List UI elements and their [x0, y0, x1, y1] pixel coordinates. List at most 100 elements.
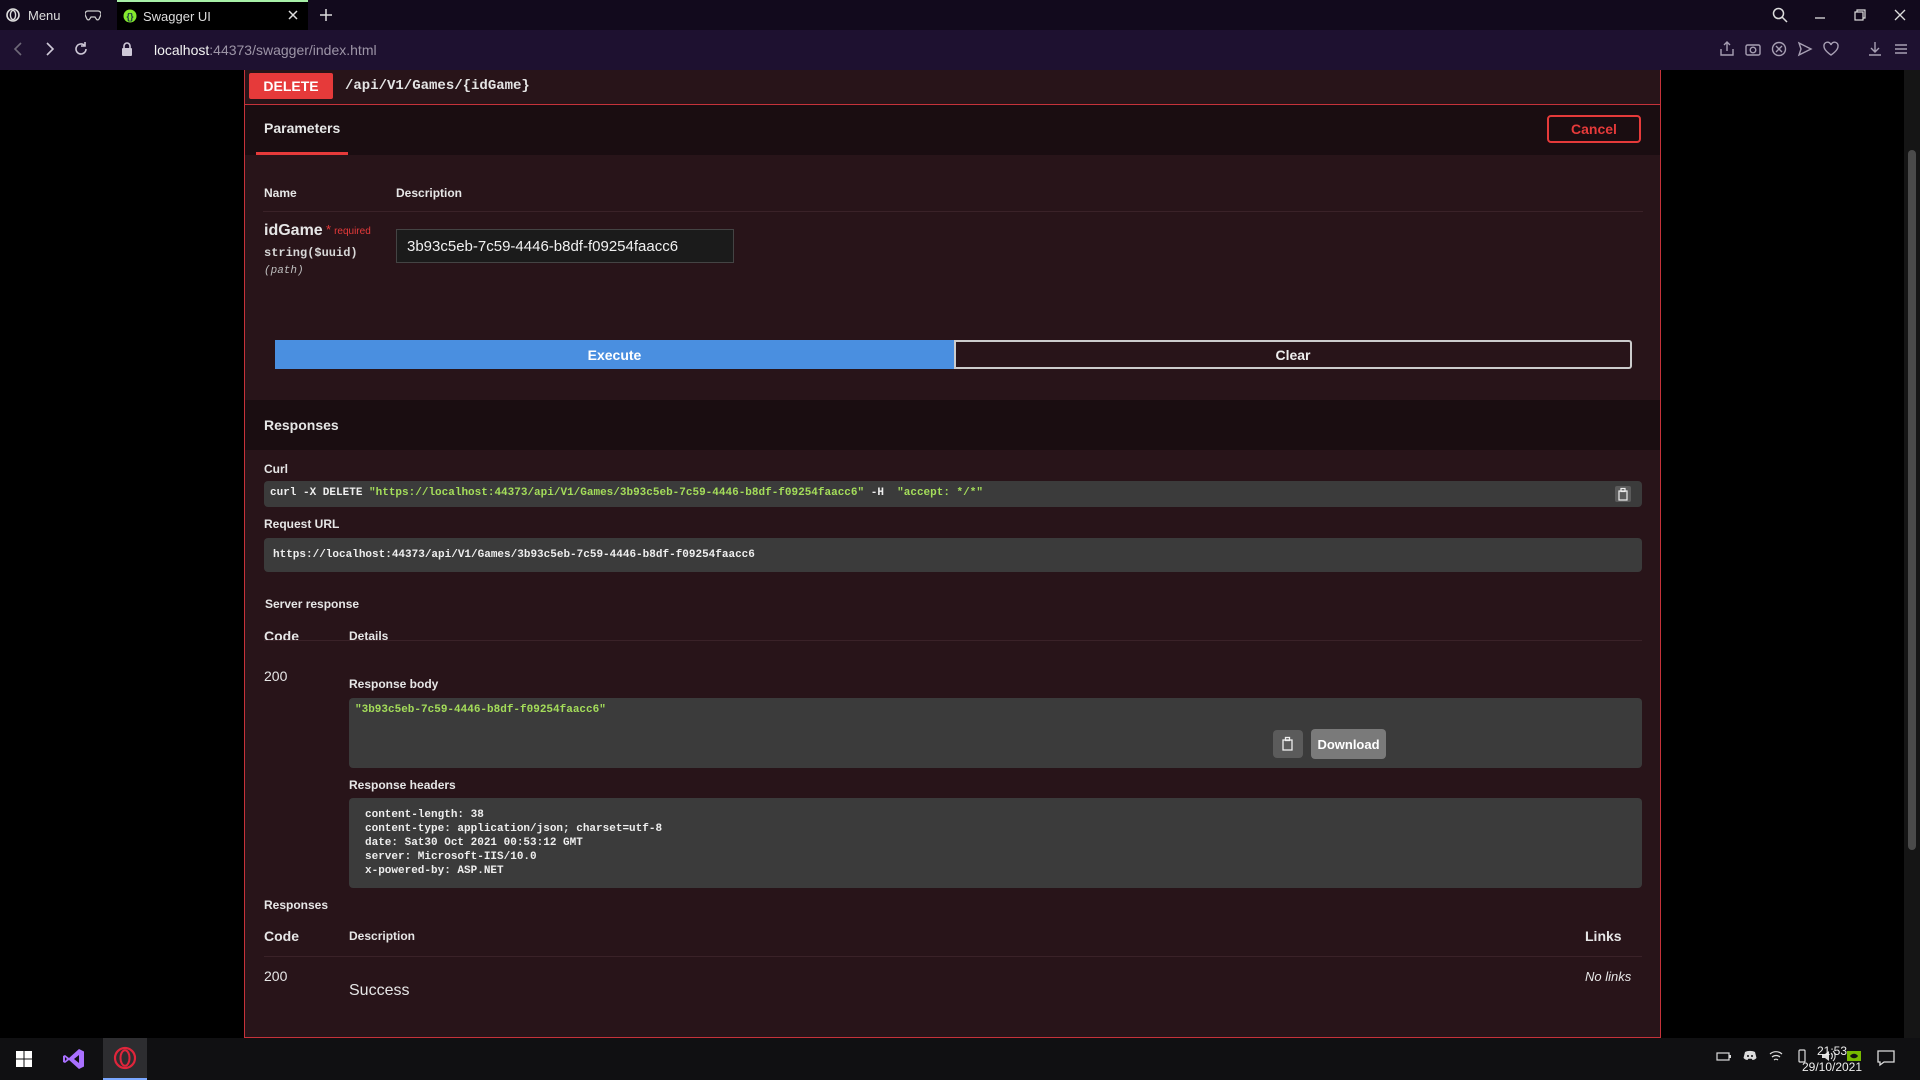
doc-response-links: No links — [1585, 969, 1632, 984]
heart-icon[interactable] — [1822, 40, 1840, 58]
reload-icon[interactable] — [72, 40, 90, 58]
divider — [263, 211, 1643, 212]
tab-swagger-ui[interactable]: {} Swagger UI — [117, 0, 308, 30]
gx-corner-button[interactable] — [80, 0, 106, 30]
operation-block-delete: DELETE /api/V1/Games/{idGame} Parameters… — [244, 70, 1661, 1038]
restore-icon[interactable] — [1840, 8, 1880, 22]
opera-gx-taskbar-icon[interactable] — [103, 1038, 147, 1080]
clock-time: 21:53 — [1816, 1044, 1848, 1058]
param-type: string($uuid) — [264, 246, 358, 260]
menu-icon[interactable] — [1892, 40, 1910, 58]
curl-command[interactable]: curl -X DELETE "https://localhost:44373/… — [264, 481, 1642, 507]
vertical-scrollbar[interactable] — [1904, 70, 1920, 1038]
windows-start-icon[interactable] — [0, 1038, 48, 1080]
header-line: server: Microsoft-IIS/10.0 — [365, 851, 537, 863]
param-location: (path) — [264, 265, 304, 277]
menu-label: Menu — [28, 7, 61, 23]
header-line: content-type: application/json; charset=… — [365, 823, 663, 835]
windows-taskbar: 21:53 29/10/2021 — [0, 1038, 1920, 1080]
forward-icon[interactable] — [40, 40, 58, 58]
doc-col-code: Code — [264, 928, 299, 944]
battery-icon[interactable] — [1716, 1048, 1732, 1064]
discord-icon[interactable] — [1742, 1048, 1758, 1064]
new-tab-button[interactable] — [316, 0, 336, 30]
doc-responses-label: Responses — [264, 898, 329, 912]
download-button[interactable]: Download — [1311, 729, 1386, 759]
id-game-input[interactable] — [396, 229, 734, 263]
clock-date: 29/10/2021 — [1801, 1060, 1863, 1074]
divider — [264, 956, 1642, 957]
response-body-label: Response body — [349, 677, 439, 691]
window-controls — [1760, 0, 1920, 30]
url-rest: :44373/swagger/index.html — [209, 42, 377, 58]
tab-title: Swagger UI — [143, 8, 211, 24]
divider — [264, 640, 1642, 641]
param-name: idGame — [264, 222, 323, 239]
opera-menu-button[interactable]: Menu — [6, 0, 86, 30]
header-line: x-powered-by: ASP.NET — [365, 865, 504, 877]
responses-header: Responses — [245, 400, 1660, 450]
doc-col-links: Links — [1585, 928, 1622, 944]
server-response-label: Server response — [265, 597, 360, 611]
operation-summary[interactable]: DELETE /api/V1/Games/{idGame} — [245, 70, 1660, 105]
header-line: date: Sat30 Oct 2021 00:53:12 GMT — [365, 837, 583, 849]
request-url[interactable]: https://localhost:44373/api/V1/Games/3b9… — [264, 538, 1642, 572]
svg-text:{}: {} — [126, 12, 134, 22]
url-host: localhost — [154, 42, 210, 58]
clear-button[interactable]: Clear — [954, 340, 1632, 369]
required-star: * — [326, 222, 332, 237]
operation-path: /api/V1/Games/{idGame} — [345, 78, 530, 94]
server-response-code: 200 — [264, 668, 288, 684]
visual-studio-icon[interactable] — [52, 1038, 96, 1080]
share-icon[interactable] — [1718, 40, 1736, 58]
camera-icon[interactable] — [1744, 40, 1762, 58]
address-bar-actions — [1718, 40, 1910, 58]
response-body[interactable]: "3b93c5eb-7c59-4446-b8df-f09254faacc6" — [349, 698, 1642, 768]
opera-icon — [6, 8, 20, 22]
curl-header: "accept: */*" — [897, 487, 983, 499]
doc-response-description: Success — [349, 982, 410, 999]
system-clock[interactable]: 21:53 29/10/2021 — [1800, 1043, 1864, 1075]
scrollbar-thumb[interactable] — [1908, 150, 1916, 850]
send-icon[interactable] — [1796, 40, 1814, 58]
param-col-description: Description — [396, 186, 463, 200]
back-icon[interactable] — [10, 40, 28, 58]
plus-icon — [319, 8, 333, 22]
search-icon[interactable] — [1760, 7, 1800, 23]
copy-icon[interactable] — [1273, 730, 1303, 758]
lock-icon[interactable] — [120, 41, 134, 57]
address-bar: localhost:44373/swagger/index.html — [0, 30, 1920, 70]
tab-bar: Menu {} Swagger UI — [0, 0, 1920, 30]
swagger-favicon: {} — [123, 9, 137, 23]
url-field[interactable]: localhost:44373/swagger/index.html — [154, 42, 377, 58]
curl-mid: -H — [864, 487, 898, 499]
required-label: * required — [326, 222, 371, 237]
doc-response-code: 200 — [264, 968, 288, 984]
close-icon[interactable] — [286, 8, 300, 22]
request-url-label: Request URL — [264, 517, 340, 531]
cancel-button[interactable]: Cancel — [1547, 115, 1641, 143]
shield-icon[interactable] — [1770, 40, 1788, 58]
copy-icon[interactable] — [1614, 485, 1632, 503]
parameters-header: Parameters Cancel — [245, 105, 1660, 155]
parameters-tab[interactable]: Parameters — [264, 120, 340, 136]
gamepad-icon — [85, 9, 101, 21]
server-col-code: Code — [264, 628, 299, 644]
page-viewport: DELETE /api/V1/Games/{idGame} Parameters… — [0, 70, 1920, 1038]
doc-col-description: Description — [349, 929, 416, 943]
response-headers-label: Response headers — [349, 778, 456, 792]
header-line: content-length: 38 — [365, 809, 484, 821]
download-icon[interactable] — [1866, 40, 1884, 58]
active-tab-underline — [256, 152, 348, 155]
required-text: required — [334, 226, 371, 237]
notification-icon[interactable] — [1876, 1048, 1896, 1068]
minimize-icon[interactable] — [1800, 8, 1840, 22]
window-close-icon[interactable] — [1880, 8, 1920, 22]
curl-prefix: curl -X DELETE — [270, 487, 370, 499]
curl-url: "https://localhost:44373/api/V1/Games/3b… — [369, 487, 865, 499]
curl-label: Curl — [264, 462, 288, 476]
execute-button[interactable]: Execute — [275, 340, 954, 369]
network-icon[interactable] — [1768, 1048, 1784, 1064]
response-headers[interactable]: content-length: 38 content-type: applica… — [349, 798, 1642, 888]
